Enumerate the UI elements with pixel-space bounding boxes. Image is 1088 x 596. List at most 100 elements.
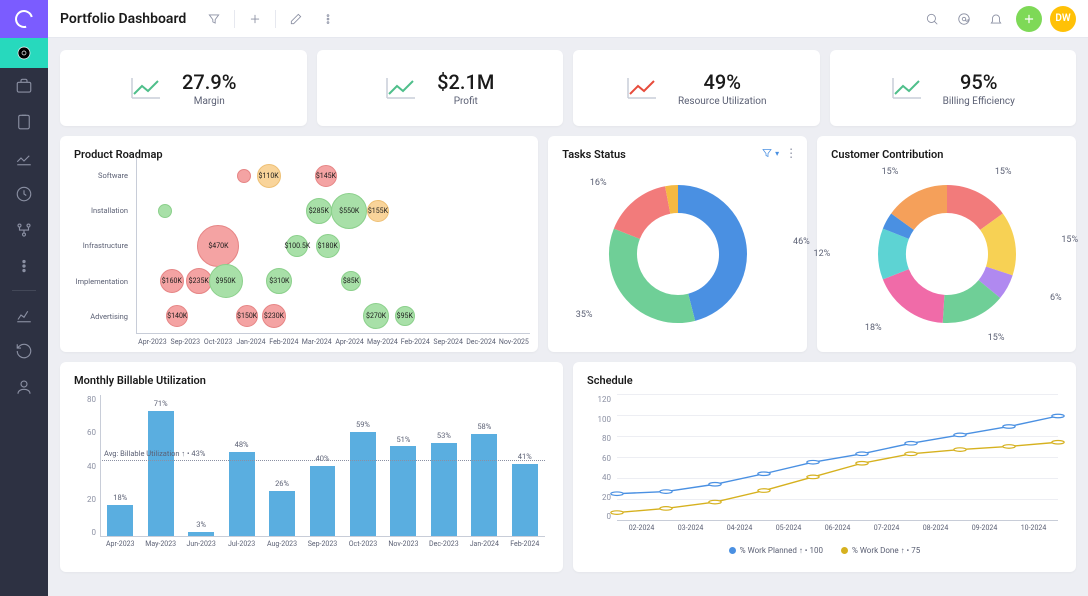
roadmap-bubble[interactable]: $110K bbox=[257, 164, 281, 188]
kpi-card: $2.1MProfit bbox=[317, 50, 564, 126]
bar[interactable] bbox=[512, 464, 538, 537]
y-tick: 80 bbox=[587, 434, 615, 443]
nav-briefcase-icon[interactable] bbox=[15, 77, 33, 95]
x-tick: 10-2024 bbox=[1009, 521, 1058, 535]
nav-more-icon[interactable] bbox=[15, 257, 33, 275]
roadmap-x-label: Mar-2024 bbox=[300, 338, 333, 352]
bar[interactable] bbox=[310, 466, 336, 537]
bar[interactable] bbox=[431, 443, 457, 537]
roadmap-bubble[interactable]: $150K bbox=[236, 305, 258, 327]
kpi-row: 27.9%Margin $2.1MProfit 49%Resource Util… bbox=[60, 50, 1076, 126]
roadmap-x-label: Jan-2024 bbox=[235, 338, 268, 352]
roadmap-bubble[interactable]: $155K bbox=[367, 200, 389, 222]
nav-flow-icon[interactable] bbox=[15, 221, 33, 239]
kpi-label: Billing Efficiency bbox=[943, 96, 1015, 107]
nav-user-icon[interactable] bbox=[15, 378, 33, 396]
customer-contribution-card: Customer Contribution 15%15%6%15%18%12%1… bbox=[817, 136, 1076, 352]
x-tick: Aug-2023 bbox=[262, 537, 302, 555]
filter-chip-icon[interactable]: ▾ bbox=[761, 147, 779, 159]
billable-card: Monthly Billable Utilization 80604020018… bbox=[60, 362, 563, 572]
bar-value-label: 48% bbox=[235, 440, 249, 449]
x-tick: 05-2024 bbox=[764, 521, 813, 535]
bar-value-label: 53% bbox=[437, 431, 451, 440]
roadmap-bubble[interactable]: $470K bbox=[197, 225, 239, 267]
nav-dashboard-active[interactable] bbox=[0, 38, 48, 68]
roadmap-x-label: Sep-2024 bbox=[432, 338, 465, 352]
x-tick: Jul-2023 bbox=[221, 537, 261, 555]
roadmap-bubble[interactable]: $950K bbox=[209, 264, 243, 298]
x-tick: Nov-2023 bbox=[383, 537, 423, 555]
roadmap-x-label: Sep-2023 bbox=[169, 338, 202, 352]
roadmap-bubble[interactable]: $270K bbox=[363, 303, 389, 329]
bell-icon[interactable] bbox=[984, 7, 1008, 31]
avatar[interactable]: DW bbox=[1050, 6, 1076, 32]
donut-slice-label: 16% bbox=[590, 178, 607, 188]
page-title: Portfolio Dashboard bbox=[60, 11, 186, 27]
y-tick: 80 bbox=[74, 395, 100, 404]
bar-value-label: 58% bbox=[477, 422, 491, 431]
add-icon[interactable] bbox=[243, 7, 267, 31]
nav-analytics-icon[interactable] bbox=[15, 306, 33, 324]
nav-history-icon[interactable] bbox=[15, 342, 33, 360]
roadmap-bubble[interactable]: $145K bbox=[315, 165, 337, 187]
roadmap-x-label: Nov-2025 bbox=[497, 338, 530, 352]
mention-icon[interactable] bbox=[952, 7, 976, 31]
roadmap-bubble[interactable]: $550K bbox=[331, 193, 367, 229]
more-icon[interactable] bbox=[316, 7, 340, 31]
nav-chart-icon[interactable] bbox=[15, 149, 33, 167]
filter-icon[interactable] bbox=[202, 7, 226, 31]
nav-clipboard-icon[interactable] bbox=[15, 113, 33, 131]
bar[interactable] bbox=[107, 505, 133, 537]
roadmap-x-label: Apr-2024 bbox=[333, 338, 366, 352]
billable-title: Monthly Billable Utilization bbox=[74, 374, 549, 387]
x-tick: Oct-2023 bbox=[343, 537, 383, 555]
edit-icon[interactable] bbox=[284, 7, 308, 31]
roadmap-bubble[interactable]: $100.5K bbox=[286, 235, 308, 257]
create-button[interactable] bbox=[1016, 6, 1042, 32]
kpi-value: $2.1M bbox=[437, 70, 494, 94]
x-tick: 07-2024 bbox=[862, 521, 911, 535]
customer-contribution-title: Customer Contribution bbox=[831, 148, 1062, 161]
roadmap-bubble[interactable]: $310K bbox=[266, 268, 292, 294]
roadmap-bubble[interactable]: $230K bbox=[262, 304, 286, 328]
roadmap-bubble[interactable] bbox=[237, 169, 251, 183]
roadmap-bubble[interactable]: $95K bbox=[395, 306, 415, 326]
bar-value-label: 71% bbox=[154, 399, 168, 408]
x-tick: Sep-2023 bbox=[302, 537, 342, 555]
donut-slice-label: 15% bbox=[882, 167, 899, 177]
bar[interactable] bbox=[350, 432, 376, 537]
trend-icon bbox=[626, 76, 658, 100]
y-tick: 40 bbox=[74, 462, 100, 471]
roadmap-bubble[interactable]: $180K bbox=[316, 234, 340, 258]
y-tick: 60 bbox=[74, 428, 100, 437]
bar[interactable] bbox=[148, 411, 174, 537]
bar[interactable] bbox=[269, 491, 295, 537]
search-icon[interactable] bbox=[920, 7, 944, 31]
roadmap-x-label: May-2024 bbox=[366, 338, 399, 352]
bar-value-label: 51% bbox=[396, 435, 410, 444]
roadmap-y-label: Infrastructure bbox=[60, 241, 134, 250]
roadmap-x-label: Apr-2023 bbox=[136, 338, 169, 352]
y-tick: 20 bbox=[74, 495, 100, 504]
roadmap-bubble[interactable]: $285K bbox=[306, 198, 332, 224]
bar[interactable] bbox=[229, 452, 255, 537]
bar[interactable] bbox=[471, 434, 497, 537]
bar-value-label: 59% bbox=[356, 420, 370, 429]
roadmap-bubble[interactable]: $140K bbox=[166, 305, 188, 327]
app-logo[interactable] bbox=[0, 0, 48, 38]
nav-clock-icon[interactable] bbox=[15, 185, 33, 203]
donut-slice-label: 15% bbox=[988, 333, 1005, 343]
roadmap-bubble[interactable] bbox=[158, 204, 172, 218]
main-content: 27.9%Margin $2.1MProfit 49%Resource Util… bbox=[48, 38, 1088, 596]
x-tick: 04-2024 bbox=[715, 521, 764, 535]
x-tick: 02-2024 bbox=[617, 521, 666, 535]
schedule-title: Schedule bbox=[587, 374, 1062, 387]
roadmap-bubble[interactable]: $85K bbox=[341, 271, 361, 291]
x-tick: Jan-2024 bbox=[464, 537, 504, 555]
card-more-icon[interactable]: ⋮ bbox=[785, 146, 797, 160]
y-tick: 40 bbox=[587, 473, 615, 482]
kpi-card: 27.9%Margin bbox=[60, 50, 307, 126]
tasks-status-title: Tasks Status bbox=[562, 148, 793, 161]
roadmap-bubble[interactable]: $160K bbox=[160, 269, 184, 293]
trend-icon bbox=[130, 76, 162, 100]
